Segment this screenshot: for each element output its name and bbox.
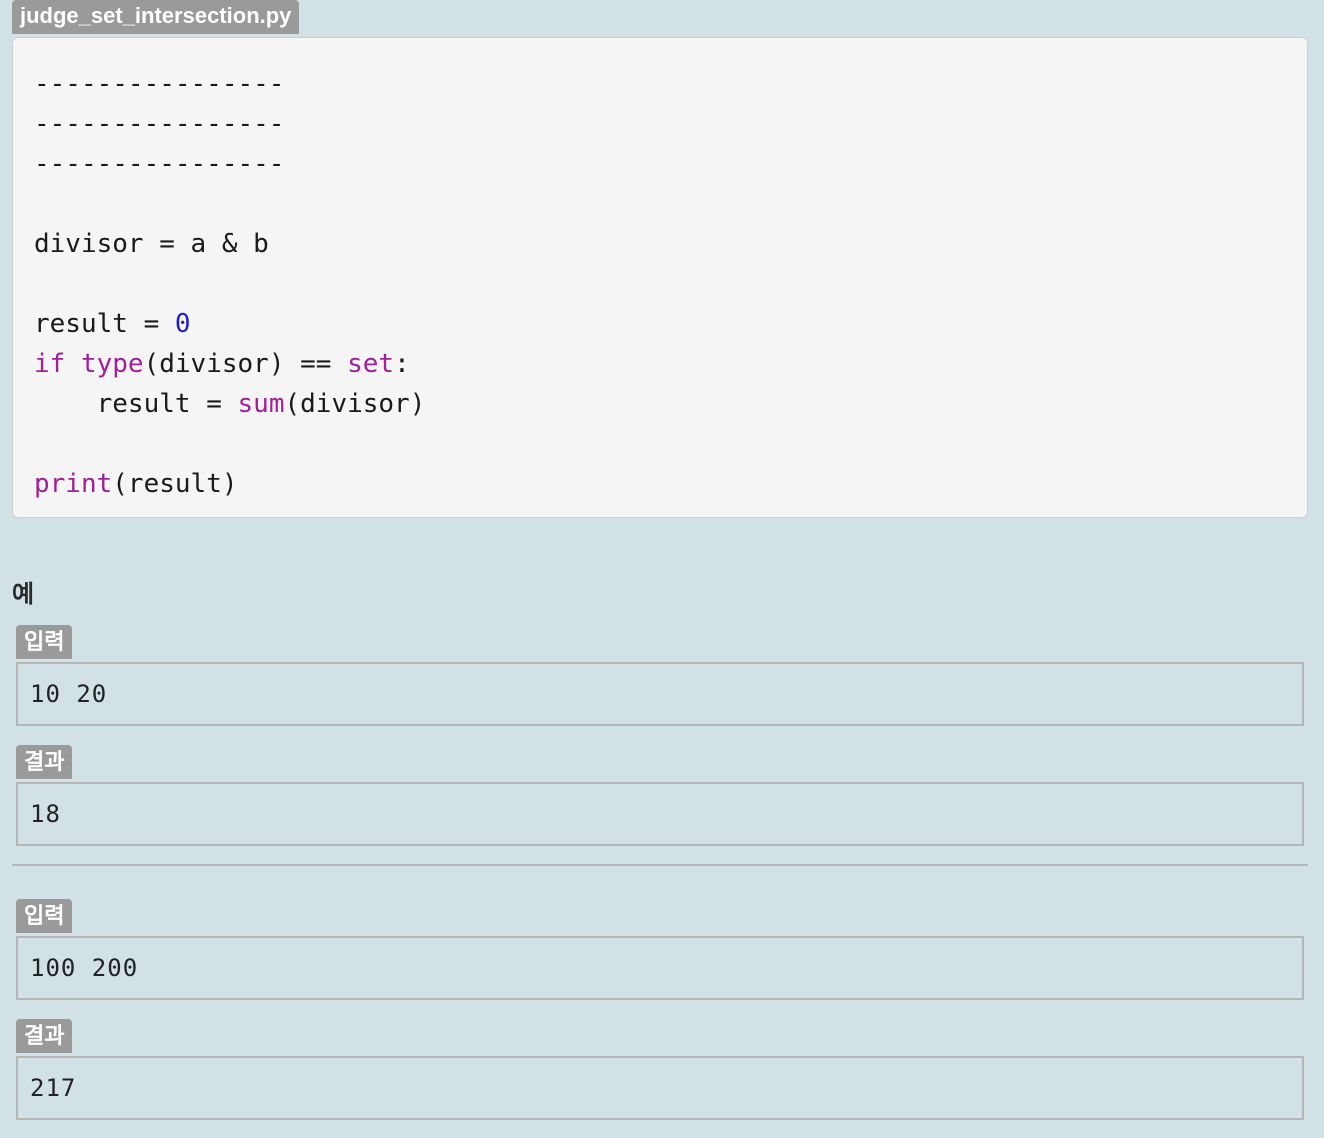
code-token: = (190, 389, 238, 419)
code-token: (result) (112, 469, 238, 499)
output-label: 결과 (16, 1019, 73, 1053)
example-output-box[interactable]: 18 (16, 782, 1304, 846)
code-token: a & b (190, 229, 269, 259)
input-label: 입력 (16, 899, 73, 933)
code-token: : (394, 349, 410, 379)
code-number-literal: 0 (174, 309, 191, 339)
code-placeholder-line: ---------------- (34, 149, 285, 179)
code-line-result-init: result = 0 (34, 304, 1307, 344)
code-line-if: if type(divisor) == set: (34, 344, 1307, 384)
examples-divider (12, 864, 1308, 866)
code-token: result (34, 309, 128, 339)
code-builtin: type (80, 349, 144, 379)
examples-heading: 예 (12, 581, 35, 608)
code-token: = (143, 229, 191, 259)
example-input-box[interactable]: 100 200 (16, 936, 1304, 1000)
code-builtin: print (34, 469, 113, 499)
code-placeholder-line: ---------------- (34, 109, 285, 139)
file-name-tab: judge_set_intersection.py (12, 0, 300, 34)
code-line-print: print(result) (34, 464, 1307, 504)
code-token: divisor (34, 229, 144, 259)
code-placeholder-line: ---------------- (34, 69, 285, 99)
code-line-sum: result = sum(divisor) (34, 384, 1307, 424)
code-token: result (96, 389, 191, 419)
code-block: ---------------- ---------------- ------… (12, 37, 1308, 518)
example-output-box[interactable]: 217 (16, 1056, 1304, 1120)
code-builtin: set (347, 349, 395, 379)
code-token: (divisor) == (143, 349, 348, 379)
code-line-divisor: divisor = a & b (34, 224, 1307, 264)
code-keyword: if (34, 349, 66, 379)
output-label: 결과 (16, 745, 73, 779)
code-token: = (127, 309, 175, 339)
example-input-box[interactable]: 10 20 (16, 662, 1304, 726)
input-label: 입력 (16, 625, 73, 659)
code-builtin: sum (237, 389, 285, 419)
code-token: (divisor) (284, 389, 426, 419)
